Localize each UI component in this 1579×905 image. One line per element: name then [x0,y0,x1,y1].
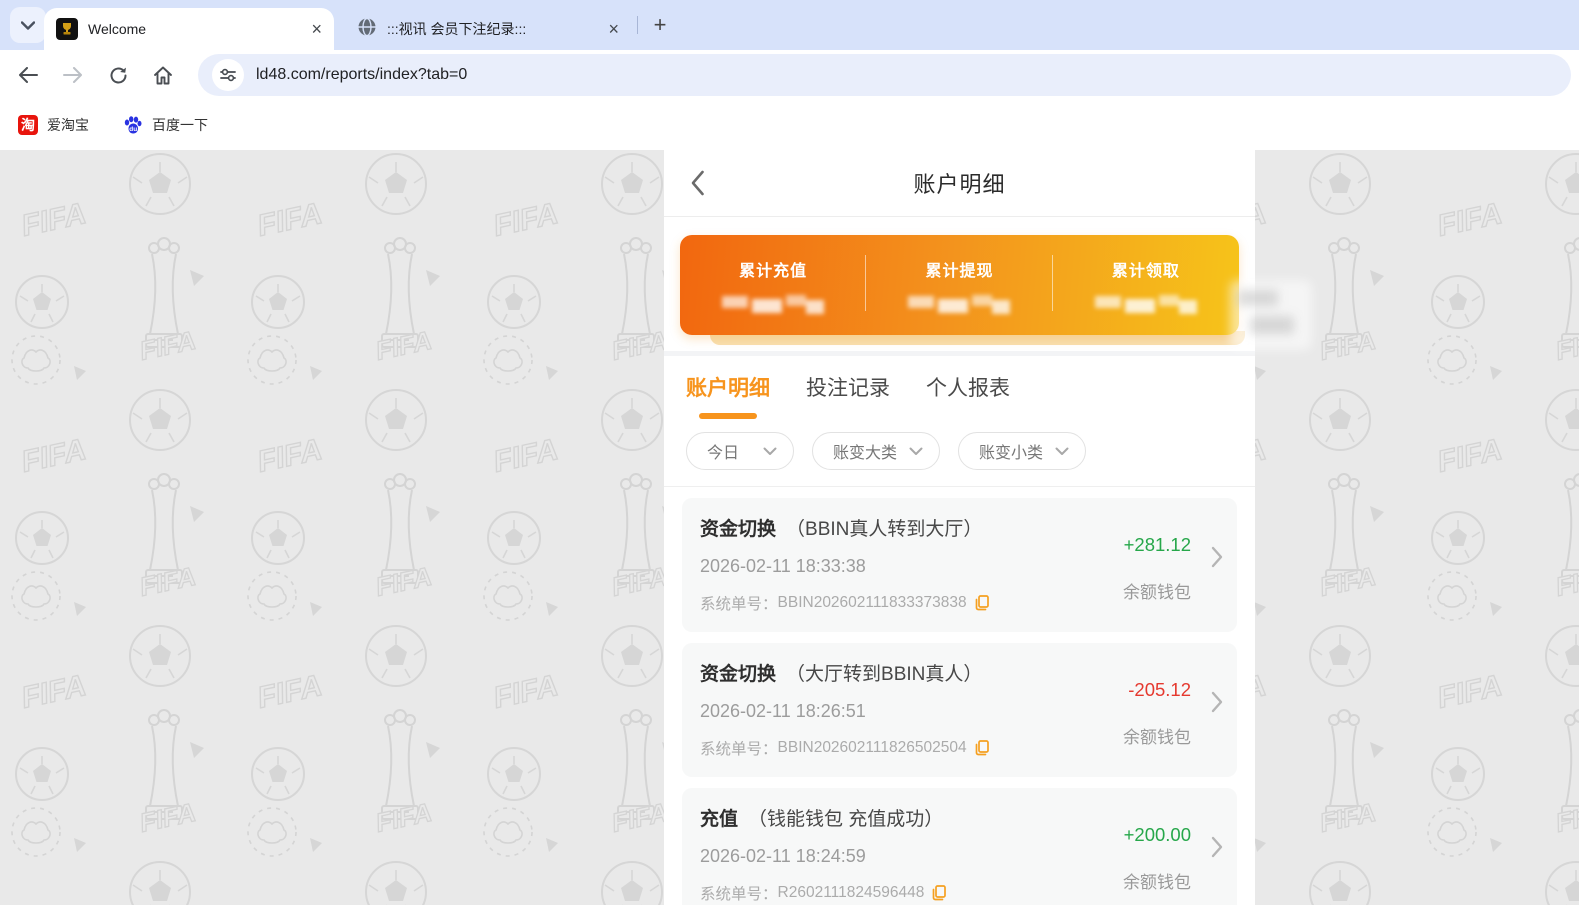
filters-row: 今日 账变大类 账变小类 [664,419,1255,487]
tab-strip: Welcome × :::视讯 会员下注纪录::: × + [0,0,1579,50]
record-amount: -205.12 [1128,679,1191,700]
tab-title: :::视讯 会员下注纪录::: [387,21,527,37]
record-list: 资金切换 （BBIN真人转到大厅） 2026-02-11 18:33:38 系统单… [664,487,1255,905]
home-icon [154,66,172,84]
tab-personal-report[interactable]: 个人报表 [926,372,1010,402]
record-datetime: 2026-02-11 18:33:38 [700,556,866,576]
taobao-icon: 淘 [18,115,38,135]
blurred-value [906,293,1012,319]
bookmark-aitaobao[interactable]: 淘 爱淘宝 [18,115,89,135]
tab-separator [637,16,638,34]
stat-total-claimed: 累计领取 [1053,235,1239,335]
record-wallet: 余额钱包 [1123,583,1191,602]
chevron-down-icon [21,20,35,30]
order-number: BBIN202602111826502504 [777,739,967,756]
record-item[interactable]: 资金切换 （大厅转到BBIN真人） 2026-02-11 18:26:51 系统单… [682,643,1237,777]
browser-toolbar: ld48.com/reports/index?tab=0 [0,50,1579,100]
record-item[interactable]: 充值 （钱能钱包 充值成功） 2026-02-11 18:24:59 系统单号： … [682,788,1237,905]
chevron-right-icon[interactable] [1211,836,1223,858]
page-title: 账户明细 [913,172,1006,197]
stat-label: 累计充值 [739,263,808,280]
account-detail-page: 账户明细 累计充值 累计提现 累计领取 账户明细 投注记录 个人报表 今日 账变… [664,150,1312,905]
chevron-down-icon [909,447,923,455]
copy-icon[interactable] [975,740,990,756]
chevron-right-icon[interactable] [1211,546,1223,568]
order-number: R2602111824596448 [777,884,925,901]
address-bar[interactable]: ld48.com/reports/index?tab=0 [198,54,1571,96]
back-arrow-icon [19,67,38,83]
baidu-paw-icon: du [123,115,143,135]
back-button[interactable] [11,58,45,92]
copy-icon[interactable] [975,595,990,611]
new-tab-button[interactable]: + [646,11,674,39]
forward-button[interactable] [56,58,90,92]
reload-button[interactable] [101,58,135,92]
record-datetime: 2026-02-11 18:26:51 [700,701,866,721]
bookmarks-bar: 淘 爱淘宝 du 百度一下 [0,100,1579,150]
blurred-value [1093,293,1199,319]
filter-subcategory-dropdown[interactable]: 账变小类 [958,432,1087,470]
stats-section: 累计充值 累计提现 累计领取 [664,217,1255,351]
globe-icon [357,17,377,42]
tab-welcome[interactable]: Welcome × [44,8,334,50]
record-amount: +200.00 [1123,824,1191,845]
stat-total-withdrawal: 累计提现 [866,235,1053,335]
record-datetime: 2026-02-11 18:24:59 [700,846,866,866]
back-icon[interactable] [690,170,705,196]
chevron-down-icon [1055,447,1069,455]
blurred-overlay [1230,280,1312,350]
tab-bet-records[interactable]: 投注记录 [806,372,890,402]
filter-date-dropdown[interactable]: 今日 [686,432,795,470]
svg-text:du: du [129,126,137,133]
filter-category-dropdown[interactable]: 账变大类 [812,432,941,470]
tab-betting-records[interactable]: :::视讯 会员下注纪录::: × [345,8,631,50]
chevron-right-icon[interactable] [1211,691,1223,713]
stat-total-deposit: 累计充值 [680,235,867,335]
forward-arrow-icon [63,67,82,83]
tab-search-button[interactable] [10,7,46,43]
order-number: BBIN202602111833373838 [777,594,967,611]
blurred-value [720,293,826,319]
page-header: 账户明细 [664,150,1255,217]
record-item[interactable]: 资金切换 （BBIN真人转到大厅） 2026-02-11 18:33:38 系统单… [682,498,1237,632]
record-amount: +281.12 [1123,534,1191,555]
site-favicon-trophy [56,18,78,40]
record-wallet: 余额钱包 [1123,873,1191,892]
bookmark-label: 百度一下 [152,117,208,133]
stat-label: 累计领取 [1111,263,1180,280]
copy-icon[interactable] [932,885,947,901]
bookmark-baidu[interactable]: du 百度一下 [123,115,208,135]
report-tabs: 账户明细 投注记录 个人报表 [664,356,1255,419]
tab-account-detail[interactable]: 账户明细 [686,372,770,419]
bookmark-label: 爱淘宝 [47,117,89,133]
tab-title: Welcome [88,21,147,37]
record-wallet: 余额钱包 [1123,728,1191,747]
url-text: ld48.com/reports/index?tab=0 [256,66,468,83]
active-tab-underline [699,413,757,419]
page-content: FIFA FIFA 账户明细 累计充值 [0,150,1579,905]
site-settings-icon[interactable] [212,59,244,91]
close-tab-icon[interactable]: × [311,20,322,38]
chevron-down-icon [763,447,777,455]
close-tab-icon[interactable]: × [608,20,619,38]
summary-card: 累计充值 累计提现 累计领取 [680,235,1239,335]
stat-label: 累计提现 [925,263,994,280]
reload-icon [110,67,126,83]
home-button[interactable] [146,58,180,92]
